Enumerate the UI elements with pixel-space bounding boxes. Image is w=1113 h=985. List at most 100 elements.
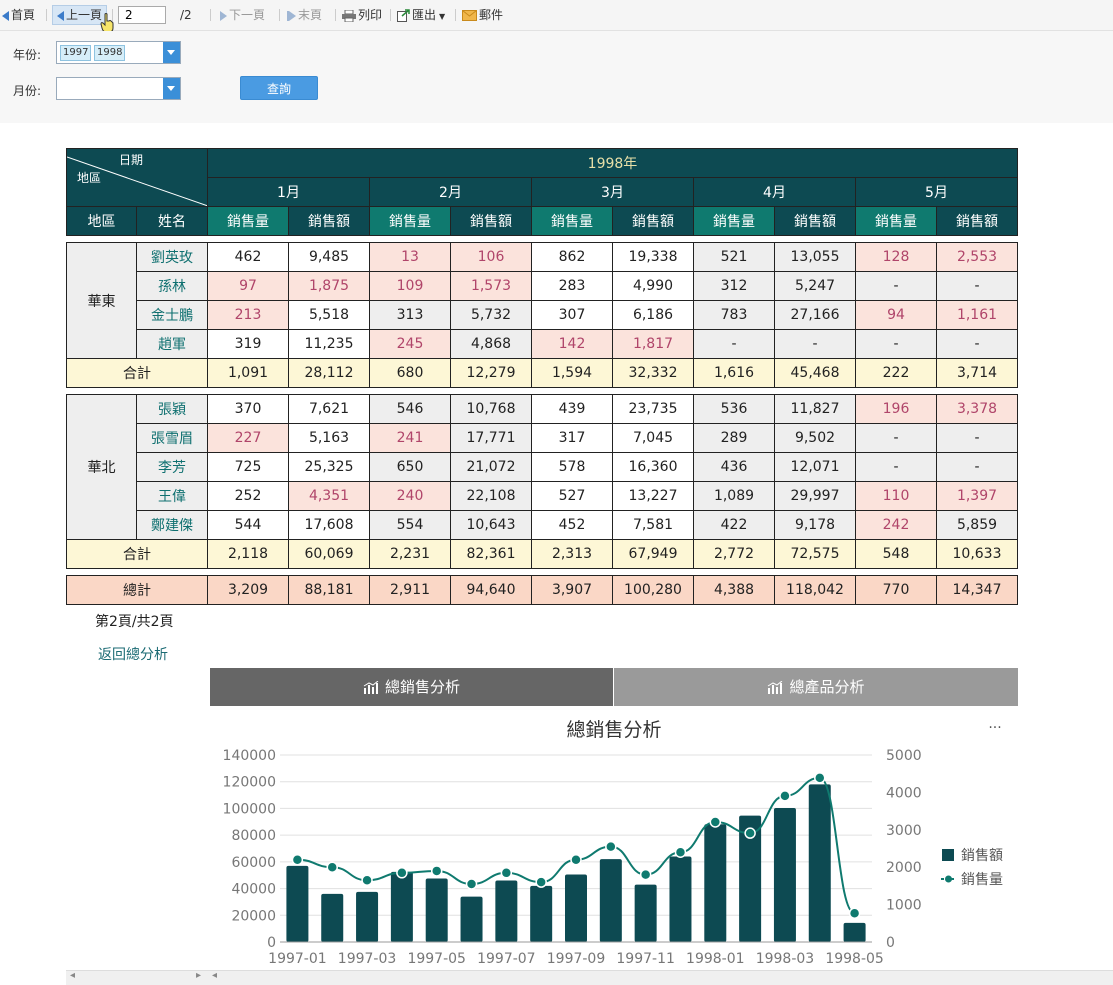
month-dropdown-button[interactable] xyxy=(163,78,180,99)
grand-total-label: 總計 xyxy=(66,575,208,605)
amount-cell: - xyxy=(936,423,1018,453)
qty-cell: 2,118 xyxy=(207,539,289,569)
amount-cell: 2,553 xyxy=(936,242,1018,272)
qty-cell: 2,772 xyxy=(693,539,775,569)
sales-qty-point xyxy=(848,907,861,919)
amount-cell: 7,621 xyxy=(288,394,370,424)
salesperson-name: 鄭建傑 xyxy=(136,510,208,540)
prev-page-button[interactable]: 上一頁 xyxy=(52,5,108,25)
amount-cell: 3,714 xyxy=(936,358,1018,388)
amount-cell: 4,868 xyxy=(450,329,532,359)
salesperson-name: 張雪眉 xyxy=(136,423,208,453)
month-header: 4月 xyxy=(693,177,856,207)
sales-qty-point xyxy=(465,878,478,890)
table-row: 華東 劉英玫 462 9,485 13 106 862 19,338 521 13,055 128 2… xyxy=(66,242,1018,359)
x-tick-label: 1998-03 xyxy=(756,951,815,967)
sales-qty-point xyxy=(605,840,617,853)
qty-cell: 650 xyxy=(369,452,451,482)
amount-cell: 14,347 xyxy=(936,575,1018,605)
last-page-button[interactable]: 末頁 xyxy=(287,6,322,24)
month-select[interactable] xyxy=(56,77,181,100)
amount-cell: 72,575 xyxy=(774,539,856,569)
toolbar-divider xyxy=(390,9,391,21)
qty-cell: 548 xyxy=(855,539,937,569)
sales-qty-point xyxy=(396,867,408,879)
query-button[interactable]: 查詢 xyxy=(240,76,318,100)
x-tick-label: 1998-05 xyxy=(825,951,884,967)
y-left-tick-label: 40000 xyxy=(231,882,276,898)
sales-qty-point xyxy=(709,816,722,828)
salesperson-name: 孫林 xyxy=(136,271,208,301)
table-gap xyxy=(66,568,1018,576)
scroll-left-icon[interactable]: ◂ xyxy=(70,970,75,981)
qty-cell: 436 xyxy=(693,452,775,482)
gap-cell xyxy=(66,387,1018,395)
printer-icon xyxy=(342,9,356,22)
amount-cell: 10,633 xyxy=(936,539,1018,569)
scroll-left-icon[interactable]: ◂ xyxy=(212,970,217,981)
year-select[interactable]: 1997 1998 xyxy=(56,41,181,64)
tab-total-products[interactable]: 總產品分析 xyxy=(614,668,1018,706)
export-button[interactable]: 匯出 ▼ xyxy=(397,6,445,24)
salesperson-name: 王偉 xyxy=(136,481,208,511)
mail-button[interactable]: 郵件 xyxy=(462,6,503,24)
gap-cell xyxy=(66,235,1018,243)
sales-amount-bar xyxy=(460,896,483,942)
year-tag[interactable]: 1998 xyxy=(94,45,126,61)
amount-cell: 10,768 xyxy=(450,394,532,424)
salesperson-name: 金士鵬 xyxy=(136,300,208,330)
amount-cell: 10,643 xyxy=(450,510,532,540)
qty-cell: 319 xyxy=(207,329,289,359)
qty-column-header: 銷售量 xyxy=(369,206,451,236)
table-gap xyxy=(66,235,1018,243)
tab-total-sales[interactable]: 總銷售分析 xyxy=(210,668,613,706)
legend-label-amount: 銷售額 xyxy=(961,848,1003,864)
amount-cell: 5,247 xyxy=(774,271,856,301)
qty-cell: 546 xyxy=(369,394,451,424)
qty-cell: 544 xyxy=(207,510,289,540)
amount-cell: 28,112 xyxy=(288,358,370,388)
subtotal-row: 合計 2,118 60,069 2,231 82,361 2,313 67,949 2,772… xyxy=(66,539,1018,569)
amount-cell: 1,817 xyxy=(612,329,694,359)
qty-cell: 289 xyxy=(693,423,775,453)
amount-cell: 17,771 xyxy=(450,423,532,453)
qty-cell: 521 xyxy=(693,242,775,272)
page-number-input[interactable] xyxy=(118,6,166,24)
first-page-button[interactable]: 首頁 xyxy=(2,6,35,24)
month-label: 月份: xyxy=(13,84,42,98)
qty-cell: 94 xyxy=(855,300,937,330)
sales-amount-bar xyxy=(599,859,622,942)
qty-cell: 725 xyxy=(207,452,289,482)
mail-icon xyxy=(462,10,477,21)
qty-cell: 770 xyxy=(855,575,937,605)
sales-report-table: 日期 地區 1998年 1月 2月 3月 4月 5月 地區 姓名 銷售量 銷售額… xyxy=(66,148,1018,605)
sales-qty-point xyxy=(326,861,338,873)
year-dropdown-button[interactable] xyxy=(163,42,180,63)
qty-column-header: 銷售量 xyxy=(531,206,613,236)
horizontal-scrollbar[interactable]: ◂ ▸ ◂ xyxy=(66,970,1113,985)
qty-cell: 554 xyxy=(369,510,451,540)
x-tick-label: 1997-09 xyxy=(547,951,606,967)
year-tag[interactable]: 1997 xyxy=(60,45,92,61)
sales-qty-point xyxy=(570,853,582,866)
sales-qty-point xyxy=(430,865,443,877)
qty-cell: 3,907 xyxy=(531,575,613,605)
total-sales-chart: 總銷售分析 ···02000040000600008000010000012000… xyxy=(223,719,1003,967)
qty-cell: 1,616 xyxy=(693,358,775,388)
qty-cell: 242 xyxy=(855,510,937,540)
amount-cell: 11,827 xyxy=(774,394,856,424)
toolbar-divider xyxy=(279,9,280,21)
salesperson-name: 張穎 xyxy=(136,394,208,424)
sales-amount-bar xyxy=(843,922,866,942)
scroll-right-icon[interactable]: ▸ xyxy=(196,970,201,981)
header-corner: 日期 地區 xyxy=(66,148,208,207)
print-button[interactable]: 列印 xyxy=(342,6,382,24)
amount-column-header: 銷售額 xyxy=(774,206,856,236)
sales-qty-point xyxy=(674,846,687,858)
next-page-button[interactable]: 下一頁 xyxy=(220,6,265,24)
region-cell: 華東 xyxy=(66,242,137,359)
back-to-analysis-link[interactable]: 返回總分析 xyxy=(98,644,168,664)
y-left-tick-label: 120000 xyxy=(223,775,276,791)
qty-cell: 317 xyxy=(531,423,613,453)
amount-cell: 4,351 xyxy=(288,481,370,511)
